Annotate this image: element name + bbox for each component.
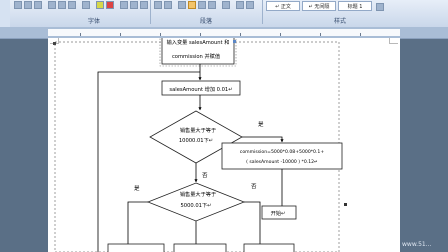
font-color-button[interactable] (106, 1, 114, 9)
increase-indent-button[interactable] (164, 1, 172, 9)
document-page[interactable]: 输入变量 salesAmount 和 commission 并赋值 salesA… (48, 38, 400, 252)
formula-line1: commission=5000*0.08+5000*0.1+ (240, 149, 325, 155)
italic-button[interactable] (24, 1, 32, 9)
decision-5000[interactable] (146, 182, 246, 222)
numbering-button[interactable] (130, 1, 138, 9)
no-label-1: 否 (202, 172, 208, 179)
bottom-box-left[interactable] (107, 243, 165, 252)
ruler-tick (360, 33, 361, 36)
style-heading-1[interactable]: 标题 1 (338, 1, 372, 11)
flow-arrow-yes (126, 201, 148, 249)
flow-arrow-no (244, 201, 262, 249)
styles-more-button[interactable] (376, 3, 384, 11)
style-no-spacing[interactable]: ↵ 无间隔 (302, 1, 336, 11)
ribbon-edge (0, 0, 10, 27)
align-right-button[interactable] (198, 1, 206, 9)
decision-5000-line2: 5000.01下↵ (181, 202, 212, 209)
multilevel-list-button[interactable] (140, 1, 148, 9)
ruler-tick (160, 33, 161, 36)
start-box-text: 开始↵ (271, 209, 286, 217)
commission-formula-box[interactable] (221, 142, 343, 170)
loop-back-line (97, 71, 200, 252)
formula-line2: ( salesAmount -10000 ) *0.12↵ (246, 159, 318, 165)
shading-button[interactable] (236, 1, 244, 9)
ruler-tick (240, 33, 241, 36)
bottom-box-right[interactable] (243, 243, 295, 252)
ruler-tick (80, 33, 81, 36)
ruler-tick (280, 33, 281, 36)
bullets-button[interactable] (120, 1, 128, 9)
flowchart: 输入变量 salesAmount 和 commission 并赋值 salesA… (53, 38, 347, 252)
no-label-2: 否 (251, 183, 257, 190)
canvas-handle[interactable] (344, 203, 347, 206)
input-box-line1: 输入变量 salesAmount 和 (167, 38, 230, 46)
styles-group-label: 样式 (334, 18, 347, 25)
decrease-indent-button[interactable] (154, 1, 162, 9)
yes-label-1: 是 (258, 121, 264, 128)
ruler-text-area (48, 29, 400, 36)
subscript-button[interactable] (58, 1, 66, 9)
borders-button[interactable] (246, 1, 254, 9)
input-box-line2: commission 并赋值 (172, 52, 220, 60)
highlight-button[interactable] (96, 1, 104, 9)
change-case-button[interactable] (82, 1, 90, 9)
bold-button[interactable] (14, 1, 22, 9)
increment-box-text: salesAmount 增加 0.01↵ (169, 85, 232, 93)
underline-button[interactable] (34, 1, 42, 9)
font-group-label: 字体 (88, 18, 101, 25)
paragraph-group-label: 段落 (200, 18, 213, 25)
bottom-box-middle[interactable] (173, 243, 227, 252)
align-center-button[interactable] (188, 1, 196, 9)
justify-button[interactable] (208, 1, 216, 9)
style-normal[interactable]: ↵ 正文 (266, 1, 300, 11)
yes-label-2: 是 (134, 185, 140, 192)
canvas-handle[interactable] (53, 42, 56, 45)
decision-10000-line1: 销售量大于等于 (180, 126, 216, 134)
decision-5000-line1: 销售量大于等于 (180, 190, 216, 198)
line-spacing-button[interactable] (222, 1, 230, 9)
watermark: www.51... (402, 241, 432, 248)
ruler-tick (200, 33, 201, 36)
ribbon-separator (150, 0, 151, 24)
ribbon: 字体 段落 ↵ 正文 ↵ 无间隔 标题 1 样式 (0, 0, 448, 28)
ruler-tick (120, 33, 121, 36)
strikethrough-button[interactable] (48, 1, 56, 9)
flow-arrow-yes (242, 136, 284, 143)
align-left-button[interactable] (178, 1, 186, 9)
decision-10000-line2: 10000.01下↵ (179, 137, 213, 144)
ruler-tick (320, 33, 321, 36)
superscript-button[interactable] (68, 1, 76, 9)
ribbon-separator (262, 0, 263, 24)
selection-handle[interactable] (233, 40, 236, 43)
